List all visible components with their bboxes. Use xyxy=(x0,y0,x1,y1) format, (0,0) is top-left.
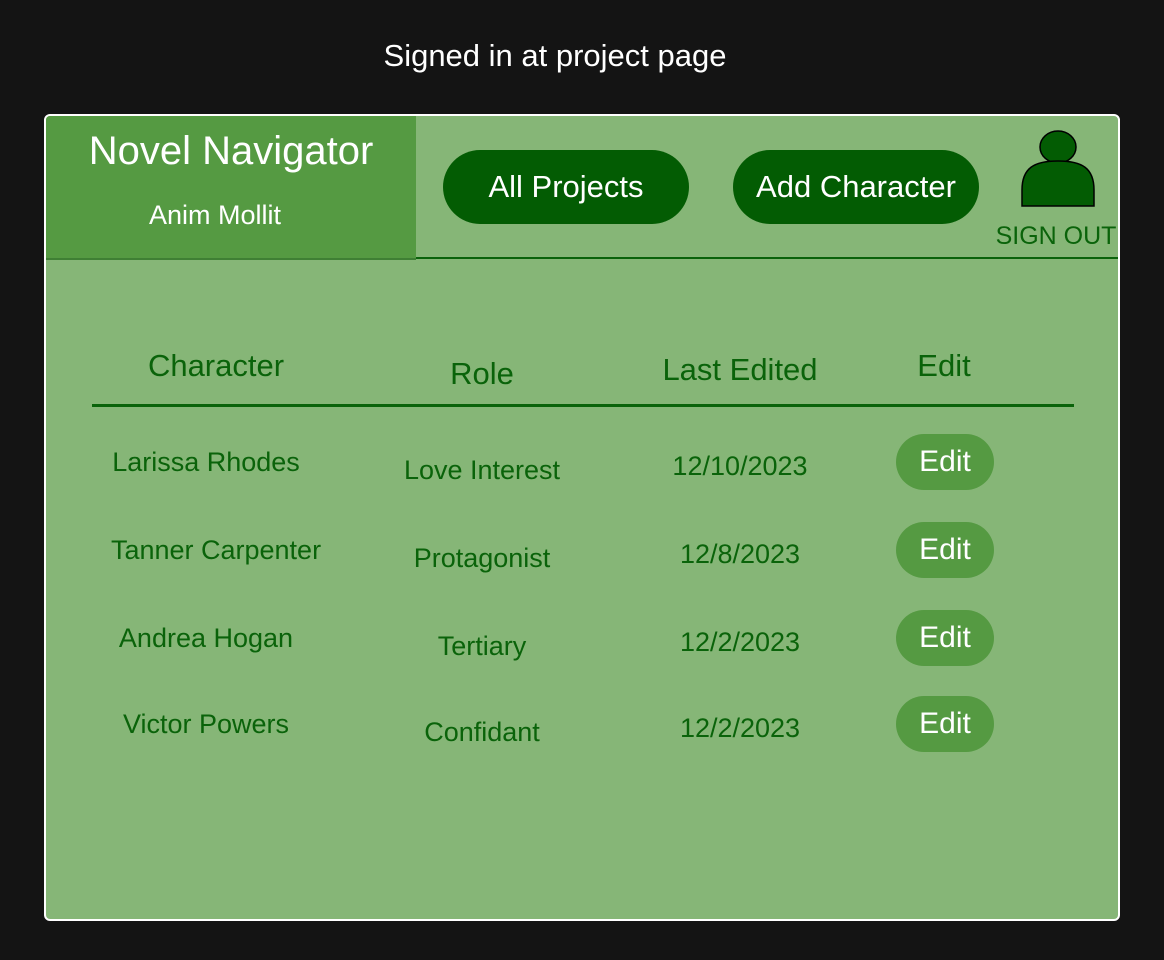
character-name: Tanner Carpenter xyxy=(110,535,322,565)
column-header-edit: Edit xyxy=(917,348,971,383)
app-window: Novel Navigator Anim Mollit All Projects… xyxy=(44,114,1120,921)
page-caption: Signed in at project page xyxy=(383,38,727,73)
last-edited-date: 12/8/2023 xyxy=(679,539,801,569)
app-title: Novel Navigator xyxy=(88,129,374,173)
last-edited-date: 12/2/2023 xyxy=(679,627,801,657)
edit-button[interactable]: Edit xyxy=(896,434,994,490)
column-header-character: Character xyxy=(147,348,285,383)
character-role: Confidant xyxy=(424,717,540,747)
edit-button[interactable]: Edit xyxy=(896,522,994,578)
user-icon xyxy=(1021,130,1095,207)
last-edited-date: 12/10/2023 xyxy=(672,451,808,481)
character-name: Victor Powers xyxy=(122,709,290,739)
brand-divider xyxy=(46,258,416,260)
character-name: Larissa Rhodes xyxy=(112,447,300,477)
character-role: Protagonist xyxy=(413,543,551,573)
last-edited-date: 12/2/2023 xyxy=(679,713,801,743)
edit-button[interactable]: Edit xyxy=(896,610,994,666)
header-divider xyxy=(416,257,1118,259)
all-projects-button[interactable]: All Projects xyxy=(443,150,689,224)
sign-out-label: SIGN OUT xyxy=(995,222,1117,250)
user-name: Anim Mollit xyxy=(148,200,282,230)
column-header-role: Role xyxy=(450,356,514,391)
sign-out-button[interactable]: SIGN OUT xyxy=(990,126,1118,254)
brand-panel: Novel Navigator Anim Mollit xyxy=(46,116,416,260)
edit-button[interactable]: Edit xyxy=(896,696,994,752)
table-header-divider xyxy=(92,404,1074,407)
character-name: Andrea Hogan xyxy=(118,623,294,653)
character-role: Tertiary xyxy=(437,631,527,661)
add-character-button[interactable]: Add Character xyxy=(733,150,979,224)
character-role: Love Interest xyxy=(403,455,561,485)
